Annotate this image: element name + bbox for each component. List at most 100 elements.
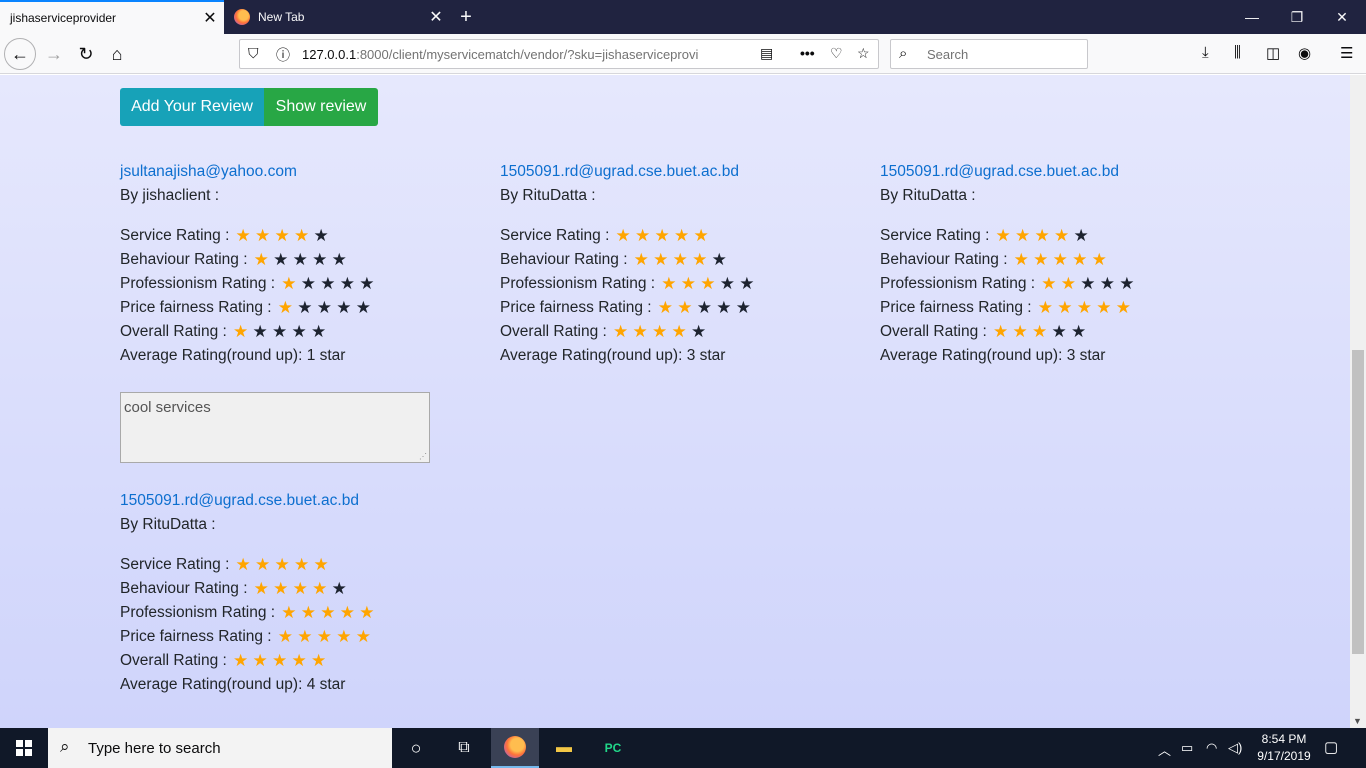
restore-icon[interactable]: ❐ [1277, 0, 1317, 34]
overall-rating-label: Overall Rating : [500, 323, 607, 340]
info-icon[interactable]: ⓘ [276, 45, 290, 65]
show-review-button[interactable]: Show review [264, 88, 378, 126]
battery-icon[interactable]: ▭ [1181, 740, 1193, 756]
price-fairness-rating-stars: ★ ★ ★ ★ ★ [656, 296, 754, 320]
search-icon: ⌕ [60, 737, 70, 756]
professionism-rating-row: Professionism Rating : ★ ★ ★ ★ ★ [880, 272, 1220, 296]
download-icon[interactable]: ⤓ [1202, 44, 1209, 61]
star-icon: ★ [716, 298, 732, 317]
shield-icon[interactable]: ⛉ [248, 45, 259, 62]
cortana-icon[interactable]: ○ [392, 728, 440, 768]
bookmark-star-icon[interactable]: ☆ [857, 45, 870, 62]
professionism-rating-label: Professionism Rating : [120, 275, 276, 292]
resize-grip-icon[interactable]: ⋰ [419, 452, 427, 461]
minimize-icon[interactable]: — [1232, 0, 1272, 34]
url-host: 127.0.0.1 [302, 47, 357, 62]
back-button[interactable]: ← [4, 38, 36, 70]
star-icon: ★ [1013, 250, 1029, 269]
task-view-icon[interactable]: ⧉ [440, 728, 488, 768]
taskbar-search-box[interactable]: ⌕ Type here to search [48, 728, 392, 768]
url-text[interactable]: 127.0.0.1:8000/client/myservicematch/ven… [302, 47, 722, 62]
overall-rating-label: Overall Rating : [880, 323, 987, 340]
url-bar[interactable]: ⛉ ⓘ 127.0.0.1:8000/client/myservicematch… [239, 39, 879, 69]
star-icon: ★ [232, 651, 249, 670]
star-icon: ★ [271, 322, 288, 341]
overall-rating-stars: ★ ★ ★ ★ ★ [991, 320, 1089, 344]
reviewer-name: By RituDatta : [500, 187, 596, 204]
close-tab-icon[interactable]: ✕ [422, 7, 450, 27]
start-button[interactable] [0, 728, 48, 768]
action-center-icon[interactable]: ▢ [1324, 738, 1338, 756]
navigation-toolbar: ← → ↻ ⌂ ⛉ ⓘ 127.0.0.1:8000/client/myserv… [0, 34, 1366, 74]
close-tab-icon[interactable]: ✕ [196, 8, 224, 28]
star-icon: ★ [291, 651, 307, 670]
volume-icon[interactable]: ◁) [1228, 740, 1242, 756]
star-icon: ★ [300, 603, 316, 622]
star-icon: ★ [313, 226, 329, 245]
price-fairness-rating-row: Price fairness Rating : ★ ★ ★ ★ ★ [120, 296, 460, 320]
star-icon: ★ [310, 651, 327, 670]
forward-button[interactable]: → [38, 38, 70, 70]
page-actions-icon[interactable]: ••• [800, 45, 815, 61]
file-explorer-icon[interactable]: ▬ [540, 728, 588, 768]
page-content: Add Your Review Show review jsultanajish… [0, 75, 1350, 728]
review-card: jsultanajisha@yahoo.com By jishaclient : S… [120, 160, 460, 368]
star-icon: ★ [692, 250, 708, 269]
star-icon: ★ [735, 298, 751, 317]
vertical-scrollbar[interactable]: ▼ [1350, 75, 1366, 728]
star-icon: ★ [294, 555, 310, 574]
star-icon: ★ [700, 274, 716, 293]
reviewer-email-link[interactable]: jsultanajisha@yahoo.com [120, 160, 460, 184]
reviewer-email-link[interactable]: 1505091.rd@ugrad.cse.buet.ac.bd [500, 160, 840, 184]
star-icon: ★ [291, 322, 307, 341]
star-icon: ★ [359, 603, 375, 622]
scrollbar-thumb[interactable] [1352, 350, 1364, 654]
star-icon: ★ [615, 226, 631, 245]
price-fairness-rating-row: Price fairness Rating : ★ ★ ★ ★ ★ [880, 296, 1220, 320]
menu-icon[interactable]: ☰ [1340, 44, 1353, 62]
wifi-icon[interactable]: ◠ [1206, 740, 1217, 756]
firefox-taskbar-icon[interactable] [491, 728, 539, 768]
sidebar-icon[interactable]: ◫ [1266, 44, 1280, 62]
close-window-icon[interactable]: ✕ [1322, 0, 1362, 34]
service-rating-label: Service Rating : [120, 227, 230, 244]
reviewer-email-link[interactable]: 1505091.rd@ugrad.cse.buet.ac.bd [880, 160, 1220, 184]
professionism-rating-row: Professionism Rating : ★ ★ ★ ★ ★ [500, 272, 840, 296]
star-icon: ★ [711, 250, 727, 269]
review-comment-textarea[interactable]: cool services ⋰ [120, 392, 430, 463]
add-review-button[interactable]: Add Your Review [120, 88, 264, 126]
service-rating-stars: ★ ★ ★ ★ ★ [613, 224, 711, 248]
tab-active[interactable]: jishaserviceprovider ✕ [0, 0, 224, 34]
service-rating-row: Service Rating : ★ ★ ★ ★ ★ [880, 224, 1220, 248]
reader-view-icon[interactable]: ▤ [760, 45, 773, 62]
system-clock[interactable]: 8:54 PM 9/17/2019 [1246, 731, 1322, 765]
reviewer-email-link[interactable]: 1505091.rd@ugrad.cse.buet.ac.bd [120, 489, 460, 513]
star-icon: ★ [281, 274, 297, 293]
new-tab-button[interactable]: + [452, 0, 480, 34]
show-hidden-icons-icon[interactable]: ︿ [1158, 740, 1171, 759]
service-rating-label: Service Rating : [500, 227, 610, 244]
reload-button[interactable]: ↻ [70, 38, 102, 70]
average-rating: Average Rating(round up): 3 star [880, 347, 1106, 364]
review-card: 1505091.rd@ugrad.cse.buet.ac.bd By RituDa… [500, 160, 840, 368]
pycharm-icon[interactable]: PC [589, 728, 637, 768]
star-icon: ★ [273, 579, 289, 598]
account-icon[interactable]: ◉ [1298, 44, 1311, 62]
average-rating: Average Rating(round up): 4 star [120, 676, 346, 693]
windows-logo-icon [16, 740, 32, 756]
star-icon: ★ [1041, 274, 1057, 293]
clock-time: 8:54 PM [1261, 732, 1307, 746]
overall-rating-row: Overall Rating : ★ ★ ★ ★ ★ [120, 320, 460, 344]
search-bar[interactable]: ⌕ Search [890, 39, 1088, 69]
star-icon: ★ [274, 226, 290, 245]
star-icon: ★ [359, 274, 375, 293]
pocket-icon[interactable]: ♡ [830, 45, 843, 62]
star-icon: ★ [1096, 298, 1112, 317]
behaviour-rating-row: Behaviour Rating : ★ ★ ★ ★ ★ [120, 577, 460, 601]
star-icon: ★ [255, 555, 271, 574]
scroll-down-arrow-icon[interactable]: ▼ [1353, 716, 1362, 726]
library-icon[interactable]: ⫼ [1234, 44, 1241, 61]
star-icon: ★ [632, 322, 648, 341]
tab-new-tab[interactable]: New Tab ✕ [224, 0, 450, 34]
home-button[interactable]: ⌂ [101, 38, 133, 70]
